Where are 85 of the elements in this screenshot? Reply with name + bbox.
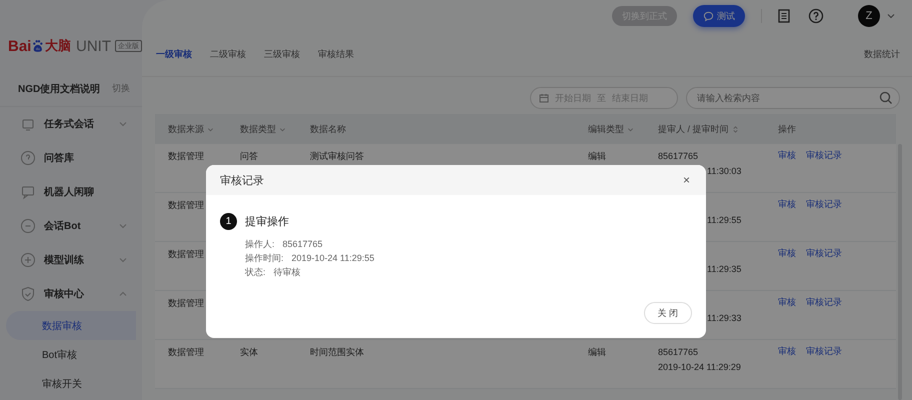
detail-value: 待审核 (274, 266, 301, 278)
chevron-icon (279, 126, 286, 132)
statistics-link[interactable]: 数据统计 (864, 48, 900, 60)
sidebar-subitem[interactable]: 数据审核 (6, 311, 136, 340)
column-header[interactable]: 编辑类型 (588, 122, 658, 136)
dialog-title: 审核记录 (220, 174, 264, 188)
table-cell-text: 11:30:03 (707, 165, 742, 178)
detail-label: 操作人: (245, 238, 275, 250)
menu-icon (20, 286, 36, 302)
sidebar-item[interactable]: 机器人闲聊 (0, 175, 142, 209)
column-header[interactable]: 提审人 / 提审时间 (658, 122, 778, 136)
close-button[interactable]: × (680, 173, 692, 187)
column-header: 数据名称 (310, 122, 347, 136)
column-header[interactable]: 数据来源 (168, 122, 240, 136)
chat-icon (703, 10, 714, 22)
sidebar-item[interactable]: 会话Bot (0, 209, 142, 243)
chevron-icon (207, 126, 214, 132)
table-cell-text: 数据管理 (168, 248, 204, 261)
table-cell-text: 11:29:55 (707, 214, 742, 227)
chevron-icon (118, 221, 128, 231)
table-cell-text: 数据管理 (168, 297, 204, 310)
table-cell-text: 85617765 (658, 346, 698, 359)
table-link[interactable]: 审核 (778, 198, 796, 211)
tab[interactable]: 一级审核 (156, 42, 192, 66)
table-link[interactable]: 审核记录 (806, 198, 842, 211)
table-cell-text: 2019-10-24 11:29:29 (658, 361, 741, 374)
logo-text: UNIT (76, 38, 111, 54)
detail-label: 操作时间: (245, 252, 284, 264)
table-cell-text: 11:29:35 (707, 263, 742, 276)
table-link[interactable]: 审核记录 (806, 345, 842, 358)
sidebar-subitem[interactable]: Bot审核 (6, 340, 136, 369)
document-icon[interactable] (776, 8, 792, 24)
tab[interactable]: 审核结果 (318, 42, 354, 66)
detail-value: 85617765 (282, 238, 323, 250)
table-cell-text: 编辑 (588, 346, 606, 359)
table-cell-text: 问答 (240, 150, 258, 163)
table-cell-text: 时间范围实体 (310, 346, 364, 359)
test-button[interactable]: 测试 (693, 5, 745, 27)
sidebar-item[interactable]: 审核中心 (0, 277, 142, 311)
sidebar-item[interactable]: 问答库 (0, 141, 142, 175)
table-cell-text: 85617765 (658, 150, 698, 163)
logo-text: Bai (8, 38, 32, 54)
user-avatar[interactable]: Z (858, 5, 880, 27)
table-cell-text: 数据管理 (168, 346, 204, 359)
detail-value: 2019-10-24 11:29:55 (292, 252, 374, 264)
sidebar-subitem[interactable]: 审核开关 (6, 369, 136, 398)
table-cell-text: 11:29:33 (707, 312, 742, 325)
calendar-icon (539, 93, 549, 103)
column-header[interactable]: 数据类型 (240, 122, 310, 136)
table-cell-text: 实体 (240, 346, 258, 359)
search-icon[interactable] (879, 91, 893, 105)
table-link[interactable]: 审核记录 (806, 247, 842, 260)
tab[interactable]: 三级审核 (264, 42, 300, 66)
chevron-icon (118, 119, 128, 129)
tab[interactable]: 二级审核 (210, 42, 246, 66)
menu-icon (20, 218, 36, 234)
menu-icon (20, 252, 36, 268)
table-link[interactable]: 审核 (778, 149, 796, 162)
search-field[interactable]: 请输入检索内容 (686, 87, 900, 109)
caret-icon[interactable] (886, 11, 896, 21)
close-dialog-button[interactable]: 关 闭 (644, 302, 692, 324)
table-cell-text: 数据管理 (168, 199, 204, 212)
help-icon[interactable] (808, 8, 824, 24)
detail-label: 状态: (245, 266, 266, 278)
step-number: 1 (220, 213, 237, 230)
logo-text: 大脑 (45, 37, 71, 55)
column-header: 操作 (778, 122, 797, 136)
table-cell-text: 数据管理 (168, 150, 204, 163)
sort-icon (732, 126, 739, 132)
table-link[interactable]: 审核记录 (806, 296, 842, 309)
table-link[interactable]: 审核 (778, 296, 796, 309)
chevron-icon (118, 255, 128, 265)
project-name: NGD使用文档说明 (18, 82, 100, 96)
switch-link[interactable]: 切换 (112, 82, 130, 96)
sidebar-item[interactable]: 模型训练 (0, 243, 142, 277)
menu-icon (20, 184, 36, 200)
table-link[interactable]: 审核 (778, 247, 796, 260)
step-title: 提审操作 (245, 214, 289, 229)
sidebar-item[interactable]: 任务式会话 (0, 107, 142, 141)
menu-icon (20, 150, 36, 166)
table-cell-text: 编辑 (588, 150, 606, 163)
table-link[interactable]: 审核记录 (806, 149, 842, 162)
chevron-icon (627, 126, 634, 132)
table-link[interactable]: 审核 (778, 345, 796, 358)
table-cell-text: 测试审核问答 (310, 150, 364, 163)
